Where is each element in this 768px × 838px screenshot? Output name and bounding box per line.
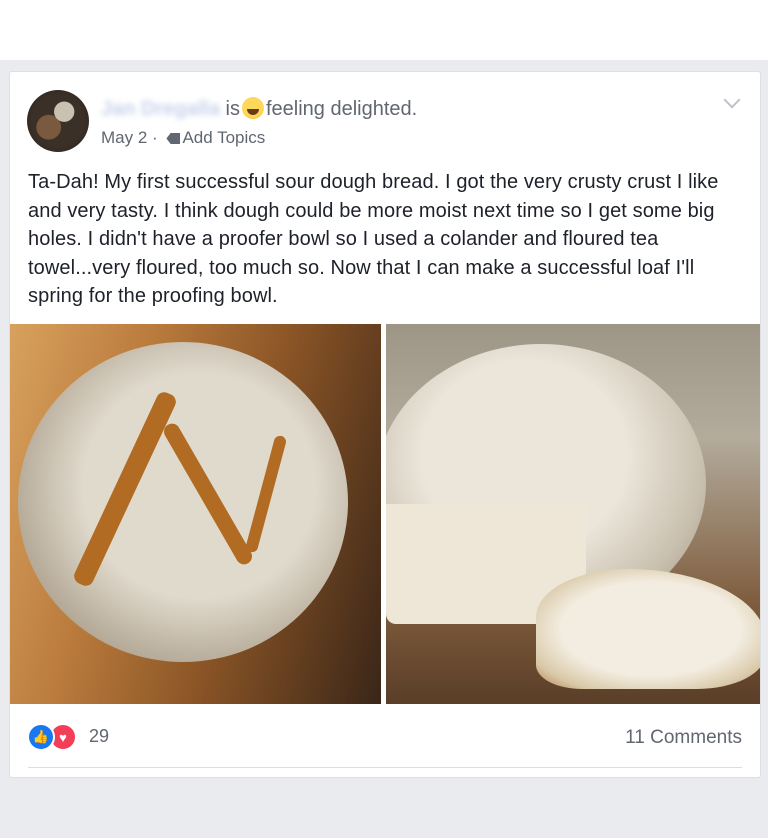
meta-separator: · bbox=[152, 128, 158, 147]
author-name[interactable]: Jan Dregalla bbox=[101, 98, 220, 121]
bread-loaf-image bbox=[18, 342, 348, 662]
post-photo-2[interactable] bbox=[386, 324, 760, 704]
thumbs-up-icon: 👍 bbox=[27, 723, 55, 751]
tag-icon bbox=[166, 133, 181, 144]
chevron-down-icon[interactable] bbox=[723, 91, 741, 109]
post-card: Jan Dregalla is feeling delighted. May 2 … bbox=[9, 71, 761, 778]
add-topics-link[interactable]: Add Topics bbox=[182, 128, 265, 147]
feeling-text: feeling delighted. bbox=[265, 98, 418, 120]
post-photo-1[interactable] bbox=[10, 324, 381, 704]
post-date[interactable]: May 2 bbox=[101, 128, 147, 147]
post-body: Ta-Dah! My first successful sour dough b… bbox=[28, 171, 719, 307]
comments-count-link[interactable]: 11 Comments bbox=[625, 727, 742, 749]
author-suffix: is bbox=[225, 98, 240, 120]
reaction-count[interactable]: 29 bbox=[89, 726, 109, 747]
post-meta: May 2 · Add Topics bbox=[101, 128, 265, 148]
post-header: Jan Dregalla is feeling delighted. bbox=[101, 97, 417, 121]
divider bbox=[28, 767, 742, 768]
laughing-emoji-icon bbox=[241, 97, 264, 119]
bread-slice-image bbox=[536, 569, 760, 689]
author-avatar[interactable] bbox=[27, 90, 89, 152]
